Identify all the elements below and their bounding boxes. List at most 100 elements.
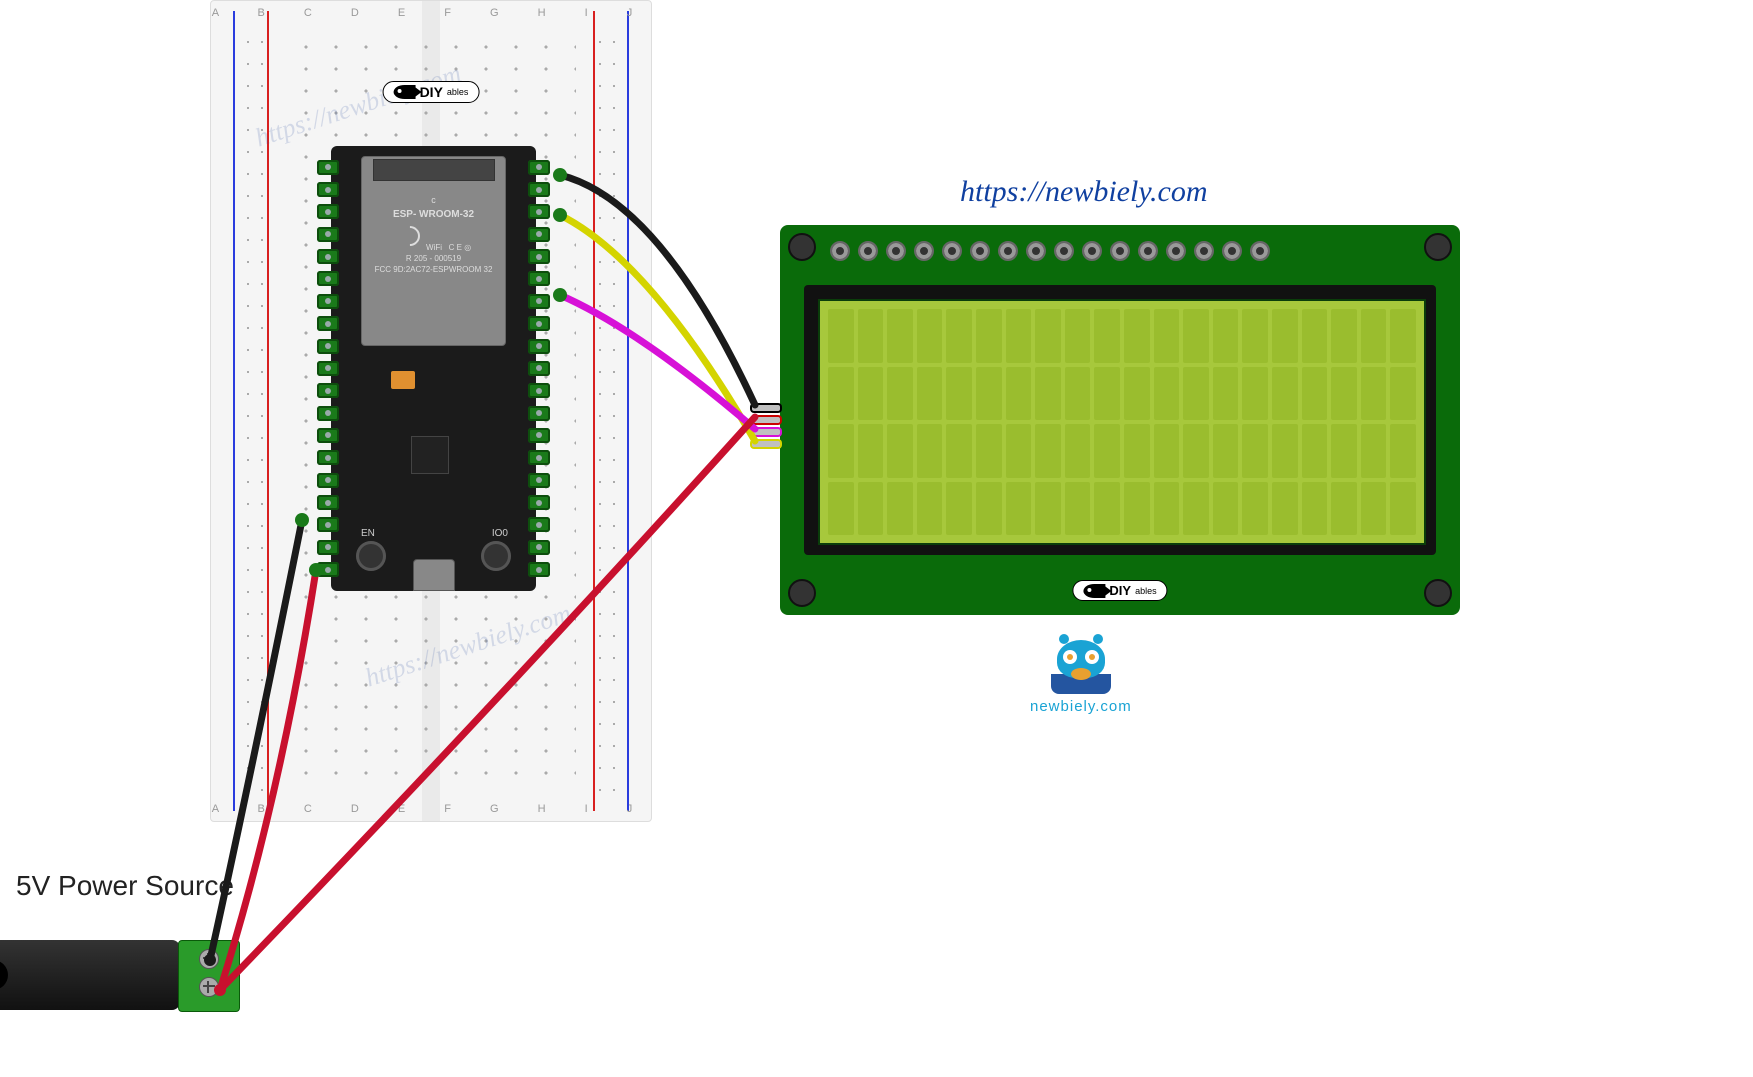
lcd-char-cell (1361, 367, 1387, 421)
lcd-header-pin (998, 241, 1018, 261)
lcd-char-cell (858, 482, 884, 536)
logo-text: DIY (1109, 583, 1131, 598)
esp32-pin (317, 517, 339, 532)
lcd-char-cell (1390, 424, 1416, 478)
esp32-pin (528, 428, 550, 443)
micro-usb-port (413, 559, 455, 591)
logo-text: DIY (420, 84, 443, 100)
esp32-pin (317, 540, 339, 555)
lcd-char-cell (1361, 424, 1387, 478)
lcd-char-cell (1094, 309, 1120, 363)
fcc-line: FCC 9D:2AC72-ESPWROOM 32 (362, 265, 505, 274)
esp32-pin (528, 294, 550, 309)
diyables-logo: DIY ables (383, 81, 480, 103)
lcd-header-pin (1250, 241, 1270, 261)
lcd-char-cell (1035, 482, 1061, 536)
lcd-char-cell (1272, 482, 1298, 536)
lcd-char-cell (976, 309, 1002, 363)
esp32-pin (317, 204, 339, 219)
esp32-pin (317, 182, 339, 197)
mount-hole-icon (788, 233, 816, 261)
lcd-char-cell (1006, 309, 1032, 363)
lcd-char-cell (1154, 309, 1180, 363)
esp32-pins-right (528, 156, 550, 581)
lcd-header-pin (942, 241, 962, 261)
lcd-char-cell (1242, 482, 1268, 536)
lcd-char-cell (1242, 367, 1268, 421)
secondary-chip-icon (411, 436, 449, 474)
lcd-char-cell (917, 309, 943, 363)
rail-blue-right (627, 11, 629, 811)
wifi-label: WiFi (426, 243, 442, 252)
rail-dots-right (593, 31, 621, 791)
lcd-char-cell (1302, 367, 1328, 421)
esp32-pin (317, 428, 339, 443)
power-source-label: 5V Power Source (16, 870, 234, 902)
wifi-icon (396, 222, 424, 250)
mount-hole-icon (1424, 233, 1452, 261)
lcd-char-cell (858, 309, 884, 363)
lcd-char-cell (976, 367, 1002, 421)
lcd-char-cell (1272, 309, 1298, 363)
lcd-char-cell (1331, 309, 1357, 363)
lcd-char-cell (1390, 309, 1416, 363)
lcd-char-cell (1183, 424, 1209, 478)
io0-button[interactable] (481, 541, 511, 571)
barrel-plug-icon (0, 960, 8, 990)
lcd-char-cell (1094, 482, 1120, 536)
lcd-char-cell (887, 367, 913, 421)
esp32-pin (317, 160, 339, 175)
lcd-header-pins (830, 241, 1270, 261)
lcd-char-cell (1124, 309, 1150, 363)
lcd-char-cell (1183, 367, 1209, 421)
mount-hole-icon (1424, 579, 1452, 607)
i2c-pin-sda (752, 429, 780, 435)
lcd-char-cell (1331, 367, 1357, 421)
rail-dots-left (241, 31, 269, 791)
lcd-char-cell (1331, 424, 1357, 478)
site-url: https://newbiely.com (960, 175, 1207, 209)
lcd-char-cell (828, 424, 854, 478)
fish-icon (394, 85, 416, 99)
lcd-char-cell (1035, 424, 1061, 478)
owl-mascot: newbiely.com (1030, 640, 1132, 715)
lcd-char-cell (1094, 424, 1120, 478)
esp32-pin (528, 204, 550, 219)
i2c-pin-header (752, 405, 780, 447)
lcd-char-cell (1065, 367, 1091, 421)
lcd-char-cell (1124, 482, 1150, 536)
lcd-char-cell (1065, 482, 1091, 536)
esp32-module: c ESP- WROOM-32 WiFi C E ◎ R 205 - 00051… (331, 146, 536, 591)
lcd-char-cell (917, 424, 943, 478)
esp32-pin (528, 182, 550, 197)
lcd-char-cell (1065, 424, 1091, 478)
lcd-char-cell (1183, 309, 1209, 363)
lcd-char-cell (1006, 367, 1032, 421)
lcd-char-cell (946, 367, 972, 421)
esp32-pin (317, 271, 339, 286)
lcd-char-cell (1124, 367, 1150, 421)
lcd-char-cell (976, 482, 1002, 536)
owl-head-icon (1057, 640, 1105, 678)
esp32-pin (528, 383, 550, 398)
esp32-pin (528, 227, 550, 242)
lcd-header-pin (970, 241, 990, 261)
cert-line: R 205 - 000519 (362, 254, 505, 263)
lcd-char-cell (1390, 482, 1416, 536)
lcd-char-cell (1272, 367, 1298, 421)
lcd-header-pin (1026, 241, 1046, 261)
owl-brand-text: newbiely.com (1030, 698, 1132, 715)
lcd-char-cell (1035, 367, 1061, 421)
breadboard-col-letters-bottom: A B C D E F G H I J (211, 803, 651, 815)
lcd-char-cell (1154, 424, 1180, 478)
lcd-header-pin (914, 241, 934, 261)
lcd-char-cell (1006, 482, 1032, 536)
diyables-logo: DIY ables (1072, 580, 1167, 601)
en-label: EN (361, 528, 375, 539)
lcd-char-cell (858, 424, 884, 478)
esp32-pin (528, 473, 550, 488)
esp32-pin (317, 339, 339, 354)
lcd-char-cell (1213, 367, 1239, 421)
en-button[interactable] (356, 541, 386, 571)
esp32-pin (528, 316, 550, 331)
